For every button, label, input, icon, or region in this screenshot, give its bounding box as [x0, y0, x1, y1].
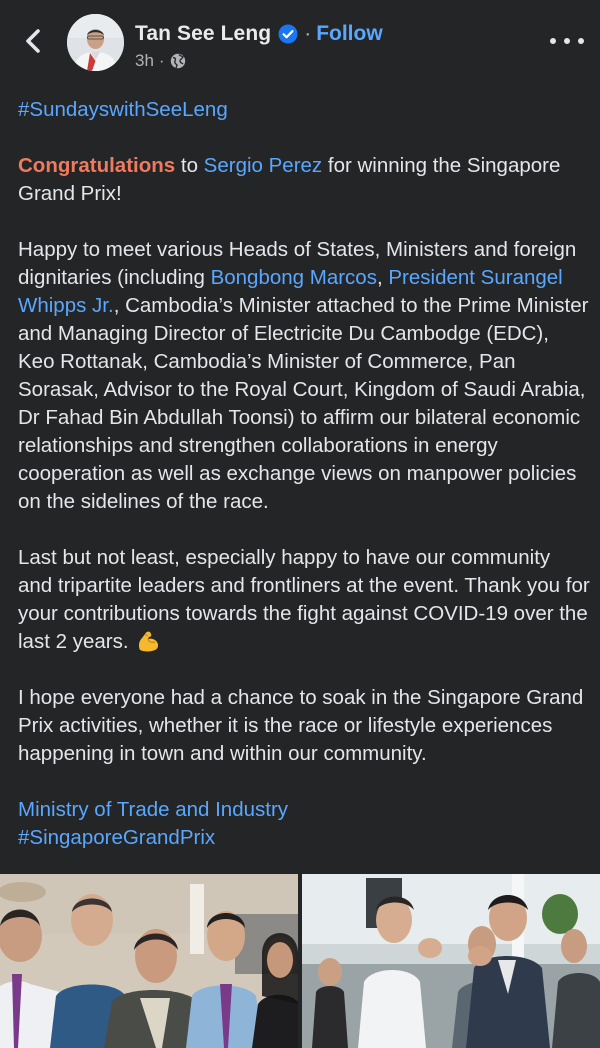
verified-badge-icon	[278, 24, 298, 44]
profile-link-sergio-perez[interactable]: Sergio Perez	[204, 154, 323, 177]
text-segment: , Cambodia’s Minister attached to the Pr…	[18, 294, 589, 513]
separator-dot: ·	[158, 51, 165, 70]
page-link-mti[interactable]: Ministry of Trade and Industry	[18, 798, 288, 821]
author-line: Tan See Leng · Follow	[135, 19, 383, 49]
globe-icon	[170, 53, 186, 69]
facebook-post-view: Tan See Leng · Follow 3h · #SundayswithS…	[0, 0, 600, 1048]
more-dot	[550, 38, 556, 44]
post-header: Tan See Leng · Follow 3h ·	[0, 0, 600, 84]
paragraph-community: Last but not least, especially happy to …	[18, 544, 590, 656]
paragraph-dignitaries: Happy to meet various Heads of States, M…	[18, 236, 590, 516]
post-timestamp[interactable]: 3h	[135, 51, 154, 71]
post-photos	[0, 874, 600, 1048]
profile-link-bongbong-marcos[interactable]: Bongbong Marcos	[211, 266, 377, 289]
flexed-biceps-emoji	[136, 629, 162, 653]
more-dot	[564, 38, 570, 44]
paragraph-congratulations: Congratulations to Sergio Perez for winn…	[18, 152, 590, 208]
more-options-icon[interactable]	[550, 30, 584, 52]
hashtag-link[interactable]: #SingaporeGrandPrix	[18, 826, 215, 849]
more-dot	[578, 38, 584, 44]
tags-paragraph: Ministry of Trade and Industry #Singapore…	[18, 796, 590, 852]
avatar[interactable]	[67, 14, 124, 71]
author-name[interactable]: Tan See Leng	[135, 22, 271, 46]
congratulations-text[interactable]: Congratulations	[18, 154, 175, 177]
text-segment: I hope everyone had a chance to soak in …	[18, 686, 584, 765]
hashtag-paragraph: #SundayswithSeeLeng	[18, 96, 590, 124]
text-segment: Last but not least, especially happy to …	[18, 546, 590, 653]
photo-group-event[interactable]	[0, 874, 298, 1048]
photo-greeting[interactable]	[302, 874, 600, 1048]
paragraph-activities: I hope everyone had a chance to soak in …	[18, 684, 590, 768]
hashtag-link[interactable]: #SundayswithSeeLeng	[18, 98, 228, 121]
text-segment: to	[175, 154, 204, 177]
follow-button[interactable]: Follow	[316, 22, 383, 46]
post-meta: 3h ·	[135, 50, 186, 72]
back-arrow-icon[interactable]	[18, 24, 50, 58]
text-segment: ,	[376, 266, 389, 289]
separator-dot: ·	[304, 22, 312, 45]
post-text: #SundayswithSeeLeng Congratulations to S…	[18, 96, 590, 852]
